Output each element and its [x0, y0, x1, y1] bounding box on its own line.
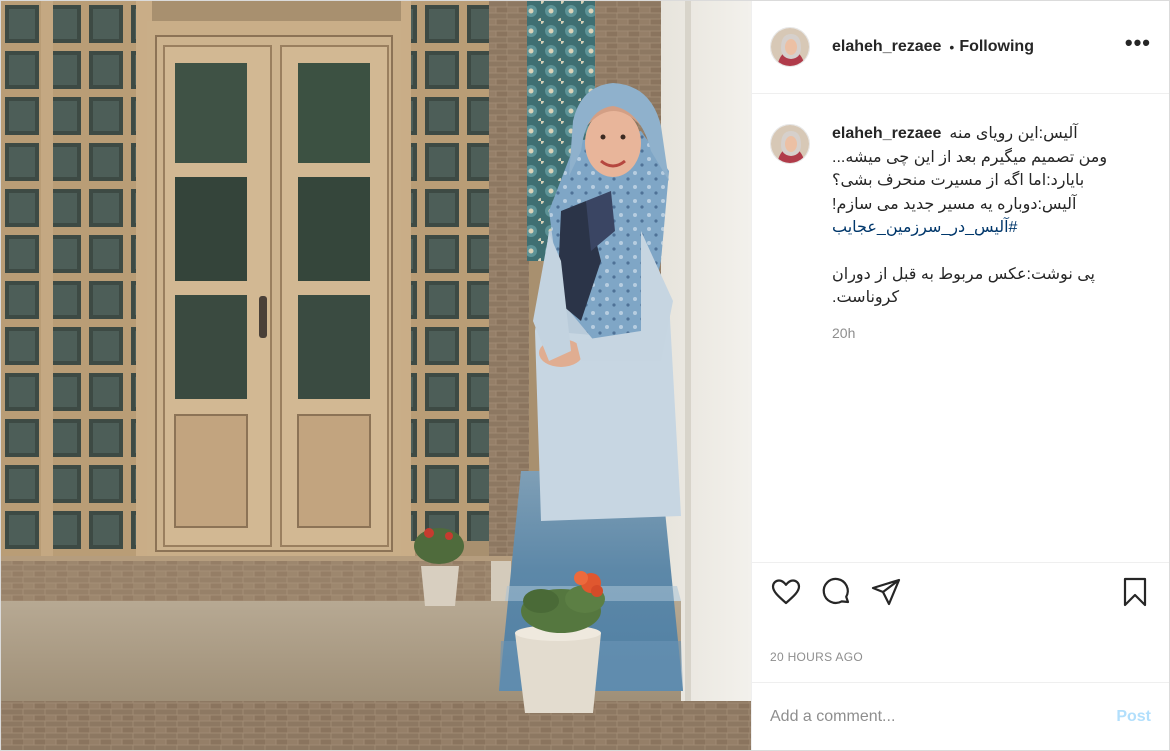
post-comment-button[interactable]: Post [1116, 708, 1151, 726]
caption-line: آلیس:دوباره یه مسیر جدید می سازم! [832, 195, 1077, 213]
add-comment-bar: Post [752, 682, 1169, 750]
comments-section: elaheh_rezaee آلیس:این رویای منه ومن تصم… [752, 94, 1169, 562]
caption-line: بایارد:اما اگه از مسیرت منحرف بشی؟ [832, 172, 1085, 189]
caption-line: ومن تصمیم میگیرم بعد از این چی میشه... [832, 148, 1108, 166]
comment-input[interactable] [770, 707, 1117, 726]
comment-icon[interactable] [820, 576, 852, 608]
hashtag-link[interactable]: #آلیس_در_سرزمین_عجایب [832, 216, 1132, 240]
caption-line: کروناست. [832, 289, 900, 306]
post-photo[interactable] [1, 1, 751, 750]
post-timestamp[interactable]: 20 HOURS AGO [752, 620, 1169, 682]
author-username-link[interactable]: elaheh_rezaee [832, 38, 941, 56]
heart-icon[interactable] [770, 576, 802, 608]
bookmark-icon[interactable] [1119, 576, 1151, 608]
post-sidebar: elaheh_rezaee • Following ••• elaheh_rez [751, 1, 1169, 750]
caption-comment: elaheh_rezaee آلیس:این رویای منه ومن تصم… [770, 124, 1151, 345]
caption-body: elaheh_rezaee آلیس:این رویای منه ومن تصم… [832, 122, 1132, 345]
separator-dot: • [949, 39, 955, 55]
action-bar [752, 562, 1169, 620]
post-header: elaheh_rezaee • Following ••• [752, 1, 1169, 94]
caption-username-link[interactable]: elaheh_rezaee [832, 122, 941, 146]
following-button[interactable]: Following [959, 38, 1034, 56]
caption-avatar[interactable] [770, 124, 810, 164]
caption-first-line: elaheh_rezaee آلیس:این رویای منه [832, 122, 1132, 146]
author-avatar[interactable] [770, 27, 810, 67]
instagram-post: elaheh_rezaee • Following ••• elaheh_rez [0, 0, 1170, 751]
more-options-icon[interactable]: ••• [1125, 32, 1151, 56]
share-icon[interactable] [870, 576, 902, 608]
caption-line: آلیس:این رویای منه [949, 125, 1078, 142]
caption-time[interactable]: 20h [832, 322, 1132, 346]
caption-line: پی نوشت:عکس مربوط به قبل از دوران [832, 265, 1096, 283]
